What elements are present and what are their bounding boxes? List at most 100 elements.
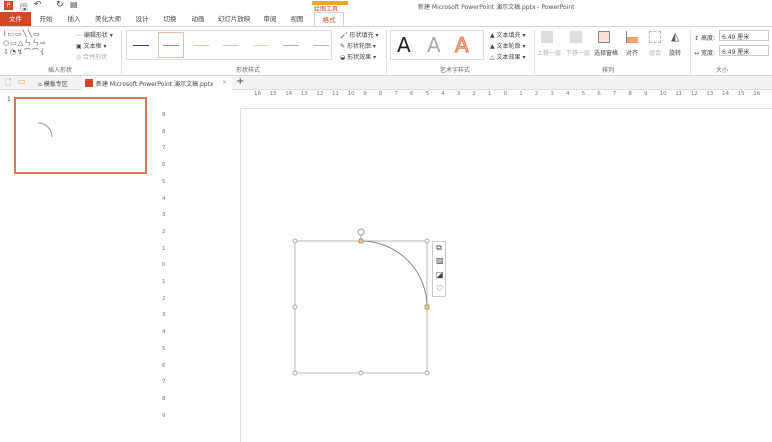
present-icon[interactable]: ▤ (70, 0, 78, 9)
edit-shape-button[interactable]: ⋯ 编辑形状 ▾ (76, 30, 113, 39)
align-button[interactable]: 对齐 (626, 48, 638, 57)
new-doc-icon[interactable]: 🗋 (5, 77, 11, 91)
close-tab-icon[interactable]: × (222, 79, 227, 86)
tab-insert[interactable]: 插入 (61, 12, 87, 26)
tab-review[interactable]: 审阅 (258, 12, 282, 26)
ruler-tick-label: 14 (722, 91, 729, 97)
tab-view[interactable]: 视图 (284, 12, 310, 26)
slide-editor: 16 15 14 13 12 11 10 9 8 7 6 5 4 3 2 1 0 1 2 3 4 5 6 7 8 9 10 11 12 1… (160, 90, 772, 442)
tab-transitions[interactable]: 切换 (158, 12, 182, 26)
send-backward-button[interactable]: 下移一层 (566, 48, 590, 57)
group-label-size: 大小 (716, 67, 729, 74)
app-logo-icon: P (4, 1, 13, 10)
ruler-tick-label: 6 (410, 91, 414, 97)
window-title: 新建 Microsoft PowerPoint 演示文稿.pptx - Powe… (418, 4, 575, 11)
undo-icon[interactable]: ↶ (34, 0, 42, 10)
add-tab-button[interactable]: + (236, 76, 244, 87)
shape-effects-button[interactable]: ◒ 形状效果 ▾ (340, 52, 376, 61)
selected-shape[interactable] (290, 228, 450, 378)
bring-forward-icon (541, 31, 553, 43)
shape-fill-label: 形状填充 (349, 32, 374, 39)
ruler-tick-label: 5 (162, 178, 166, 185)
text-effects-button[interactable]: △ 文本效果 ▾ (490, 52, 525, 61)
ruler-tick-label: 5 (581, 91, 586, 97)
wordart-style-orange[interactable]: A (455, 33, 470, 58)
shape-styles-gallery[interactable] (126, 30, 332, 60)
rotate-button[interactable]: 旋转 (669, 48, 681, 57)
layout-options-icon[interactable]: ⧉ (436, 243, 442, 253)
ruler-tick-label: 3 (162, 312, 166, 319)
selection-pane-button[interactable]: 选择窗格 (594, 48, 618, 57)
shape-outline-button[interactable]: ✎ 形状轮廓 ▾ (340, 41, 376, 50)
width-label: ↔ 宽度: (694, 50, 715, 57)
ribbon-tabs: 文件 开始 插入 美化大师 设计 切换 动画 幻灯片放映 审阅 视图 格式 (0, 12, 772, 26)
tab-animations[interactable]: 动画 (186, 12, 210, 26)
group-label-insert-shapes: 插入形状 (48, 67, 73, 74)
ruler-tick-label: 12 (316, 91, 324, 97)
ruler-tick-label: 9 (162, 112, 166, 118)
shapes-gallery[interactable]: ⌇▭▭╲╲▭ ○▭△ㄣㄣ⇨ ⇩◔↯⌒⌒{ (3, 30, 67, 58)
ruler-tick-label: 1 (162, 279, 166, 285)
document-tab[interactable]: 新建 Microsoft PowerPoint 演示文稿.pptx × (82, 76, 232, 90)
open-folder-icon[interactable]: ▭ (18, 77, 26, 86)
shape-effects-label: 形状效果 (347, 54, 372, 61)
shape-fill-button[interactable]: 🖌 形状填充 ▾ (340, 30, 378, 39)
wordart-style-black[interactable]: A (397, 33, 411, 57)
ruler-tick-label: 4 (162, 195, 166, 202)
ruler-tick-label: 10 (347, 91, 355, 97)
slide-thumbnail[interactable] (14, 97, 147, 174)
ruler-tick-label: 9 (162, 412, 166, 419)
redo-icon[interactable]: ↻ (56, 0, 64, 10)
image-icon[interactable]: ▨ (436, 256, 444, 265)
text-fill-button[interactable]: ▲ 文本填充 ▾ (490, 30, 525, 39)
ruler-tick-label: 9 (363, 91, 367, 97)
tab-beautify[interactable]: 美化大师 (90, 12, 126, 26)
crop-icon[interactable]: ◪ (436, 270, 444, 279)
group-label-wordart: 艺术字样式 (440, 67, 471, 74)
ruler-tick-label: 0 (503, 91, 508, 97)
tab-slideshow[interactable]: 幻灯片放映 (214, 12, 254, 26)
height-input[interactable]: 6.49 厘米 (719, 30, 769, 41)
merge-shapes-button[interactable]: ◎ 合并形状 (76, 52, 107, 61)
wordart-gallery[interactable]: A A A (390, 30, 484, 60)
template-tab[interactable]: ⌂ 模板专区 (38, 79, 68, 88)
ribbon: ⌇▭▭╲╲▭ ○▭△ㄣㄣ⇨ ⇩◔↯⌒⌒{ ⋯ 编辑形状 ▾ ▣ 文本框 ▾ ◎ 合并… (0, 26, 772, 76)
ruler-tick-label: 1 (519, 91, 523, 97)
height-label: ↕ 高度: (694, 35, 715, 42)
group-button[interactable]: 组合 (649, 48, 661, 57)
tab-home[interactable]: 开始 (33, 12, 59, 26)
ruler-tick-label: 13 (706, 91, 714, 97)
shape-quick-tools: ⧉ ▨ ◪ ♡ (432, 241, 446, 297)
thumbnail-arc (37, 122, 53, 138)
ruler-tick-label: 7 (162, 379, 166, 386)
text-box-label: 文本框 (83, 43, 102, 50)
ruler-tick-label: 12 (690, 91, 698, 97)
rotation-handle (357, 228, 365, 236)
wordart-style-gray[interactable]: A (427, 33, 441, 57)
ruler-tick-label: 8 (162, 128, 166, 135)
ruler-tick-label: 4 (566, 91, 570, 97)
tab-format[interactable]: 格式 (314, 12, 344, 26)
ruler-tick-label: 11 (675, 91, 683, 97)
horizontal-ruler: 16 15 14 13 12 11 10 9 8 7 6 5 4 3 2 1 0 1 2 3 4 5 6 7 8 9 10 11 12 1… (240, 90, 772, 100)
text-box-button[interactable]: ▣ 文本框 ▾ (76, 41, 107, 50)
ruler-tick-label: 3 (162, 212, 166, 219)
slide-thumbnails-pane: 1 (0, 90, 160, 442)
ruler-tick-label: 6 (162, 362, 166, 369)
ruler-tick-label: 15 (737, 91, 745, 97)
ruler-tick-label: 4 (162, 329, 166, 336)
text-outline-button[interactable]: ▲ 文本轮廓 ▾ (490, 41, 525, 50)
divider (386, 30, 387, 74)
width-input[interactable]: 6.49 厘米 (719, 45, 769, 56)
ruler-tick-label: 2 (472, 91, 476, 97)
tab-design[interactable]: 设计 (130, 12, 154, 26)
tab-file[interactable]: 文件 (0, 12, 31, 26)
ruler-tick-label: 7 (612, 91, 617, 97)
width-label-text: 宽度: (700, 50, 715, 57)
rotate-icon: ◭ (671, 30, 680, 43)
group-icon (649, 31, 661, 43)
template-tab-label: 模板专区 (43, 81, 68, 88)
ruler-tick-label: 3 (456, 91, 461, 97)
bring-forward-button[interactable]: 上移一层 (537, 48, 561, 57)
heart-icon[interactable]: ♡ (436, 284, 443, 293)
